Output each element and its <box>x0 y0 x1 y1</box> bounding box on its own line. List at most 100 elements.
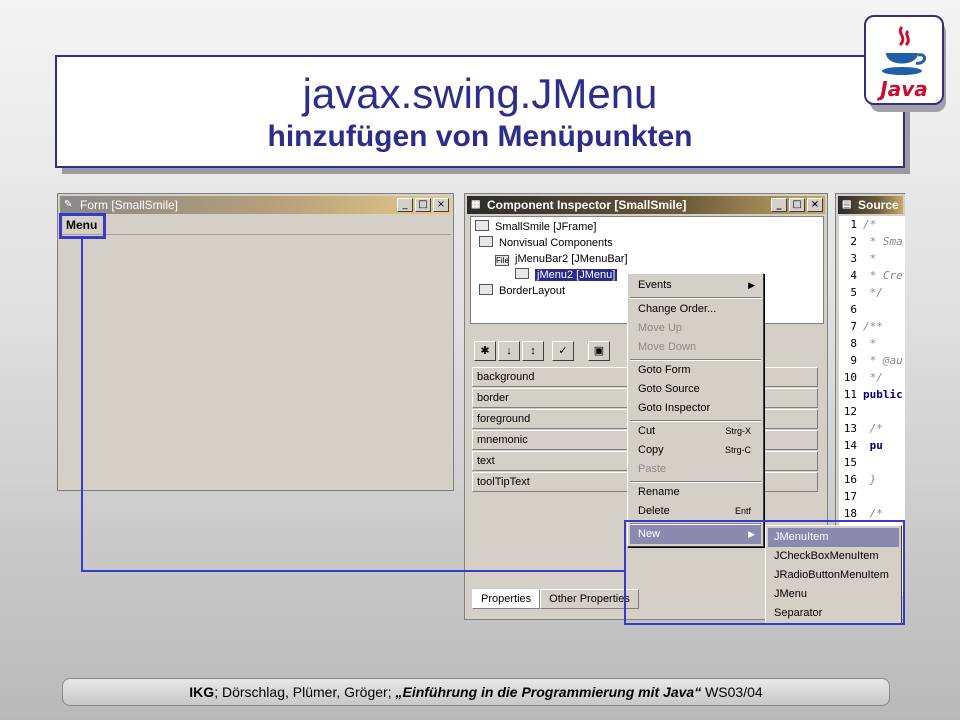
footer-org: IKG <box>189 684 215 700</box>
code-line: 16 } <box>839 471 905 488</box>
tab-properties[interactable]: Properties <box>472 589 541 609</box>
line-number: 13 <box>843 422 857 435</box>
code-text: /* <box>863 422 883 435</box>
source-titlebar[interactable]: ▤ Source <box>838 196 903 214</box>
code-text: /* <box>863 507 883 520</box>
inspector-icon: ▦ <box>471 199 481 210</box>
filter-icon[interactable]: ✓ <box>552 341 574 361</box>
code-line: 5 */ <box>839 284 905 301</box>
code-text: */ <box>863 371 883 384</box>
form-title: Form [SmallSmile] <box>80 198 179 212</box>
menu-item-goto-form[interactable]: Goto Form <box>630 361 761 380</box>
code-text: public <box>863 388 903 401</box>
form-icon: ✎ <box>64 199 73 210</box>
coffee-cup-icon <box>882 25 926 75</box>
tree-item[interactable]: File jMenuBar2 [JMenuBar] <box>495 251 628 267</box>
code-text: * <box>863 252 877 265</box>
inspector-titlebar[interactable]: ▦ Component Inspector [SmallSmile] _ □ × <box>467 196 825 214</box>
line-number: 16 <box>843 473 857 486</box>
menu-item-events[interactable]: Events ▶ <box>630 276 761 295</box>
code-line: 13 /* <box>839 420 905 437</box>
tree-item[interactable]: BorderLayout <box>479 283 565 299</box>
context-menu: Events ▶ Change Order... Move Up Move Dow… <box>627 273 764 547</box>
line-number: 3 <box>850 252 857 265</box>
footer: IKG; Dörschlag, Plümer, Gröger; „Einführ… <box>62 678 890 706</box>
code-text: } <box>863 473 877 486</box>
java-logo: Java <box>864 15 944 105</box>
line-number: 14 <box>843 439 857 452</box>
line-number: 8 <box>850 337 857 350</box>
menu-item-change-order[interactable]: Change Order... <box>630 300 761 319</box>
menu-item-goto-source[interactable]: Goto Source <box>630 380 761 399</box>
menu-item-paste: Paste <box>638 463 667 475</box>
code-text: */ <box>863 286 883 299</box>
line-number: 7 <box>850 320 857 333</box>
code-line: 1 /* <box>839 216 905 233</box>
line-number: 12 <box>843 405 857 418</box>
line-number: 15 <box>843 456 857 469</box>
menu-item-move-down: Move Down <box>638 341 697 353</box>
menu-item-copy[interactable]: Copy Strg-C <box>630 441 761 460</box>
close-button[interactable]: × <box>807 198 823 212</box>
customize-icon[interactable]: ▣ <box>588 341 610 361</box>
code-line: 9 * @au <box>839 352 905 369</box>
menu-item-move-up: Move Up <box>638 322 683 334</box>
menu-item-cut[interactable]: Cut Strg-X <box>630 422 761 441</box>
line-number: 9 <box>850 354 857 367</box>
minimize-button[interactable]: _ <box>771 198 787 212</box>
layout-icon <box>479 284 493 295</box>
maximize-button[interactable]: □ <box>415 198 431 212</box>
code-line: 11 public <box>839 386 905 403</box>
menu-item-rename[interactable]: Rename <box>630 483 761 502</box>
form-menubar: Menu <box>60 215 451 235</box>
frame-icon <box>475 220 489 231</box>
menu-icon <box>515 268 529 279</box>
code-text: * Sma <box>863 235 903 248</box>
close-button[interactable]: × <box>433 198 449 212</box>
sort-alpha-icon[interactable]: ↓ <box>498 341 520 361</box>
line-number: 10 <box>843 371 857 384</box>
code-text: * <box>863 337 877 350</box>
menu-item-goto-inspector[interactable]: Goto Inspector <box>630 399 761 418</box>
code-line: 15 <box>839 454 905 471</box>
code-text: * @au <box>863 354 903 367</box>
code-line: 17 <box>839 488 905 505</box>
source-icon: ▤ <box>842 199 852 210</box>
line-number: 6 <box>850 303 857 316</box>
code-line: 12 <box>839 403 905 420</box>
title-box: javax.swing.JMenu hinzufügen von Menüpun… <box>55 55 905 168</box>
code-line: 6 <box>839 301 905 318</box>
menu-highlight <box>59 213 106 239</box>
line-number: 5 <box>850 286 857 299</box>
menu-item-delete[interactable]: Delete Entf <box>630 502 761 521</box>
form-titlebar[interactable]: ✎ Form [SmallSmile] _ □ × <box>60 196 451 214</box>
line-number: 4 <box>850 269 857 282</box>
code-line: 7 /** <box>839 318 905 335</box>
code-line: 14 pu <box>839 437 905 454</box>
submenu-arrow-icon: ▶ <box>748 280 755 290</box>
slide-title: javax.swing.JMenu <box>302 70 658 117</box>
tree-item-selected[interactable]: jMenu2 [JMenu] <box>515 267 618 283</box>
code-line: 3 * <box>839 250 905 267</box>
maximize-button[interactable]: □ <box>789 198 805 212</box>
menubar-icon: File <box>495 255 509 266</box>
code-text: * Cre <box>863 269 903 282</box>
submenu-highlight <box>624 520 905 625</box>
code-text: pu <box>863 439 883 452</box>
tree-item[interactable]: Nonvisual Components <box>479 235 613 251</box>
line-number: 17 <box>843 490 857 503</box>
minimize-button[interactable]: _ <box>397 198 413 212</box>
sort-type-icon[interactable]: ↕ <box>522 341 544 361</box>
source-title: Source <box>858 198 899 212</box>
tree-item[interactable]: SmallSmile [JFrame] <box>475 219 596 235</box>
line-number: 1 <box>850 218 857 231</box>
line-number: 2 <box>850 235 857 248</box>
sort-none-icon[interactable]: ✱ <box>474 341 496 361</box>
code-line: 10 */ <box>839 369 905 386</box>
property-tabs: Properties Other Properties <box>472 589 639 609</box>
logo-text: Java <box>880 77 928 101</box>
code-line: 8 * <box>839 335 905 352</box>
nonvisual-icon <box>479 236 493 247</box>
footer-term: WS03/04 <box>701 684 763 700</box>
menu-separator <box>630 297 761 299</box>
